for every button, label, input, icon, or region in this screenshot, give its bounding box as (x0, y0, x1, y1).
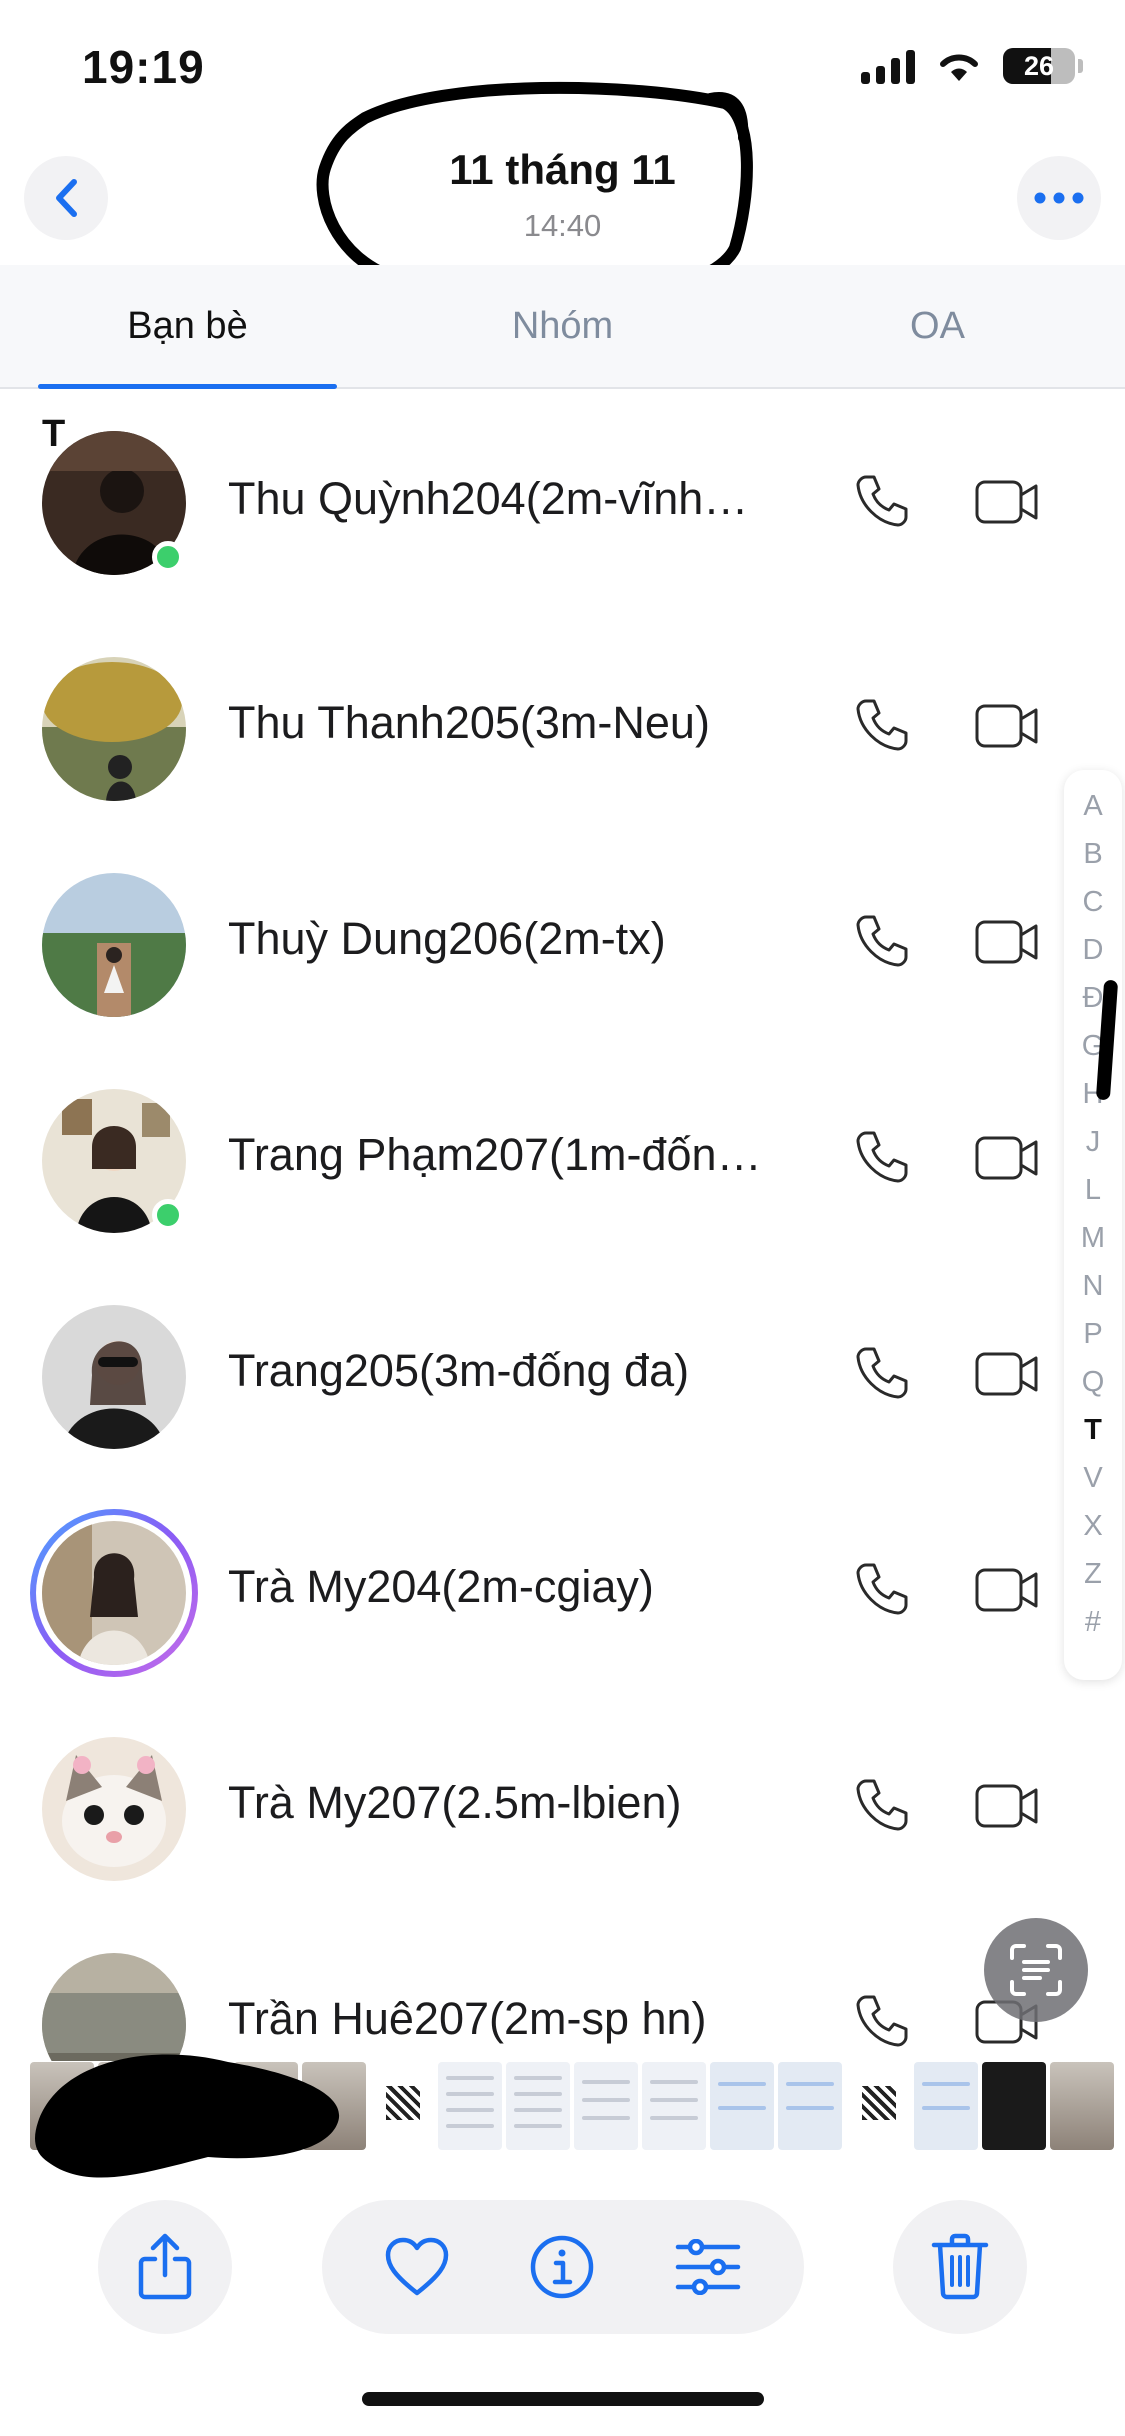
status-time: 19:19 (82, 41, 205, 93)
thumbnail[interactable] (914, 2062, 978, 2150)
contact-list[interactable]: T Thu Quỳnh204(2m-vĩnh… Thu Thanh205(3m-… (0, 391, 1125, 2061)
thumbnail[interactable] (846, 2062, 910, 2150)
contact-row[interactable]: Trang Phạm207(1m-đốn… (0, 1089, 1125, 1305)
phone-icon[interactable] (852, 695, 912, 755)
contact-name: Thuỳ Dung206(2m-tx) (228, 913, 666, 964)
phone-icon[interactable] (852, 911, 912, 971)
more-button[interactable] (1017, 156, 1101, 240)
avatar[interactable] (42, 1521, 186, 1665)
alphabet-letter[interactable]: D (1064, 926, 1122, 974)
tab-bar: Bạn bè Nhóm OA (0, 265, 1125, 389)
thumbnail[interactable] (982, 2062, 1046, 2150)
share-icon (138, 2233, 192, 2300)
thumbnail[interactable] (506, 2062, 570, 2150)
contact-name: Thu Thanh205(3m-Neu) (228, 697, 710, 748)
thumbnail[interactable] (1050, 2062, 1114, 2150)
video-call-icon[interactable] (974, 1133, 1040, 1183)
contact-row[interactable]: Trang205(3m-đống đa) (0, 1305, 1125, 1521)
adjust-icon[interactable] (674, 2239, 742, 2295)
alphabet-letter[interactable]: Q (1064, 1358, 1122, 1406)
phone-icon[interactable] (852, 1343, 912, 1403)
avatar[interactable] (42, 873, 186, 1017)
tab-groups[interactable]: Nhóm (375, 265, 750, 387)
contact-name: Trần Huê207(2m-sp hn) (228, 1993, 707, 2044)
wifi-icon (940, 54, 978, 81)
alphabet-index[interactable]: A B C D Đ G H J L M N P Q T V X Z # (1064, 770, 1122, 1680)
contact-row[interactable]: Trà My207(2.5m-lbien) (0, 1737, 1125, 1953)
phone-icon[interactable] (852, 471, 912, 531)
avatar[interactable] (42, 1737, 186, 1881)
phone-icon[interactable] (852, 1991, 912, 2051)
thumbnail[interactable] (642, 2062, 706, 2150)
alphabet-letter[interactable]: V (1064, 1454, 1122, 1502)
share-button[interactable] (98, 2200, 232, 2334)
video-call-icon[interactable] (974, 917, 1040, 967)
tab-oa[interactable]: OA (750, 265, 1125, 387)
online-indicator (152, 541, 184, 573)
contact-name: Trà My207(2.5m-lbien) (228, 1777, 682, 1828)
home-indicator[interactable] (362, 2392, 764, 2406)
alphabet-letter[interactable]: N (1064, 1262, 1122, 1310)
thumbnail[interactable] (574, 2062, 638, 2150)
alphabet-letter[interactable]: C (1064, 878, 1122, 926)
battery-level: 26 (1023, 50, 1055, 81)
alphabet-letter[interactable]: B (1064, 830, 1122, 878)
video-call-icon[interactable] (974, 1349, 1040, 1399)
info-icon[interactable] (529, 2234, 595, 2300)
alphabet-letter[interactable]: X (1064, 1502, 1122, 1550)
thumbnail[interactable] (710, 2062, 774, 2150)
action-group (322, 2200, 804, 2334)
alphabet-letter[interactable]: T (1064, 1406, 1122, 1454)
thumbnail[interactable] (370, 2062, 434, 2150)
thumbnail[interactable] (438, 2062, 502, 2150)
contact-row[interactable]: Thu Thanh205(3m-Neu) (0, 657, 1125, 873)
phone-icon[interactable] (852, 1559, 912, 1619)
scan-text-icon (1010, 1944, 1062, 1996)
contact-row[interactable]: Thu Quỳnh204(2m-vĩnh… (0, 431, 1125, 657)
tab-friends[interactable]: Bạn bè (0, 265, 375, 389)
alphabet-letter[interactable]: L (1064, 1166, 1122, 1214)
alphabet-letter[interactable]: P (1064, 1310, 1122, 1358)
video-call-icon[interactable] (974, 1565, 1040, 1615)
online-indicator (152, 1199, 184, 1231)
contact-name: Thu Quỳnh204(2m-vĩnh… (228, 473, 749, 524)
avatar[interactable] (42, 657, 186, 801)
delete-button[interactable] (893, 2200, 1027, 2334)
video-call-icon[interactable] (974, 701, 1040, 751)
more-dots-icon (1034, 192, 1084, 204)
alphabet-letter[interactable]: M (1064, 1214, 1122, 1262)
video-call-icon[interactable] (974, 1781, 1040, 1831)
contact-name: Trang205(3m-đống đa) (228, 1345, 690, 1396)
signal-icon (861, 48, 915, 84)
video-call-icon[interactable] (974, 477, 1040, 527)
contact-row[interactable]: Thuỳ Dung206(2m-tx) (0, 873, 1125, 1089)
contact-row[interactable]: Trà My204(2m-cgiay) (0, 1509, 1125, 1737)
thumbnail[interactable] (778, 2062, 842, 2150)
contact-name: Trà My204(2m-cgiay) (228, 1561, 654, 1612)
bottom-toolbar (0, 2200, 1125, 2340)
status-icons: 26 (861, 48, 1083, 84)
heart-icon[interactable] (384, 2237, 450, 2297)
trash-icon (931, 2233, 989, 2300)
avatar[interactable] (42, 1305, 186, 1449)
alphabet-letter[interactable]: A (1064, 782, 1122, 830)
battery-icon: 26 (1003, 48, 1083, 84)
alphabet-letter[interactable]: H (1064, 1070, 1122, 1118)
phone-icon[interactable] (852, 1775, 912, 1835)
alphabet-letter[interactable]: # (1064, 1598, 1122, 1646)
phone-icon[interactable] (852, 1127, 912, 1187)
alphabet-letter[interactable]: J (1064, 1118, 1122, 1166)
scan-text-button[interactable] (984, 1918, 1088, 2022)
scribble-mark (35, 2054, 340, 2178)
alphabet-letter[interactable]: Z (1064, 1550, 1122, 1598)
contact-name: Trang Phạm207(1m-đốn… (228, 1129, 762, 1180)
